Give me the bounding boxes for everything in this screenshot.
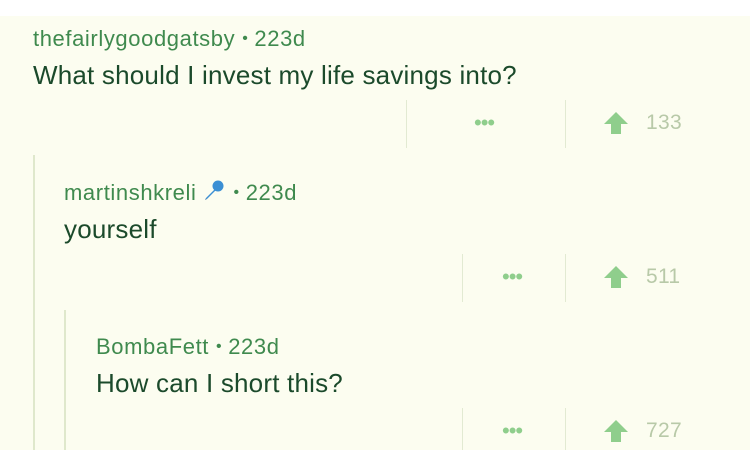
thread-line <box>33 155 35 450</box>
more-options-button[interactable]: ••• <box>502 266 523 288</box>
comment-text: How can I short this? <box>96 368 343 398</box>
upvote-arrow-icon[interactable] <box>603 111 629 135</box>
divider <box>462 408 463 450</box>
upvote-arrow-icon[interactable] <box>603 419 629 443</box>
top-edge <box>0 0 750 16</box>
upvote-count: 727 <box>646 419 682 442</box>
meta-separator: • <box>233 184 240 201</box>
upvote-count: 133 <box>646 111 682 134</box>
username-link[interactable]: martinshkreli <box>64 180 197 206</box>
divider <box>565 408 566 450</box>
username-link[interactable]: thefairlygoodgatsby <box>33 26 235 52</box>
more-options-button[interactable]: ••• <box>474 112 495 134</box>
upvote-button[interactable]: 511 <box>603 265 680 289</box>
upvote-count: 511 <box>646 265 681 288</box>
comment-age: 223d <box>254 26 306 51</box>
comment-meta: thefairlygoodgatsby • 223d <box>33 26 306 52</box>
comment-text: What should I invest my life savings int… <box>33 60 517 90</box>
upvote-button[interactable]: 133 <box>603 111 682 135</box>
upvote-button[interactable]: 727 <box>603 419 682 443</box>
divider <box>565 254 566 302</box>
divider <box>406 100 407 148</box>
divider <box>565 100 566 148</box>
comment-text: yourself <box>64 214 157 244</box>
microphone-icon <box>203 179 225 207</box>
meta-separator: • <box>242 30 249 47</box>
comment-age: 223d <box>245 180 298 205</box>
comment-meta: martinshkreli • 223d <box>64 179 297 207</box>
comment-meta: BombaFett • 223d <box>96 334 280 360</box>
meta-separator: • <box>216 338 223 355</box>
username-link[interactable]: BombaFett <box>96 334 209 360</box>
divider <box>462 254 463 302</box>
more-options-button[interactable]: ••• <box>502 420 523 442</box>
comment-age: 223d <box>228 334 280 359</box>
upvote-arrow-icon[interactable] <box>603 265 629 289</box>
thread-line <box>64 310 66 450</box>
